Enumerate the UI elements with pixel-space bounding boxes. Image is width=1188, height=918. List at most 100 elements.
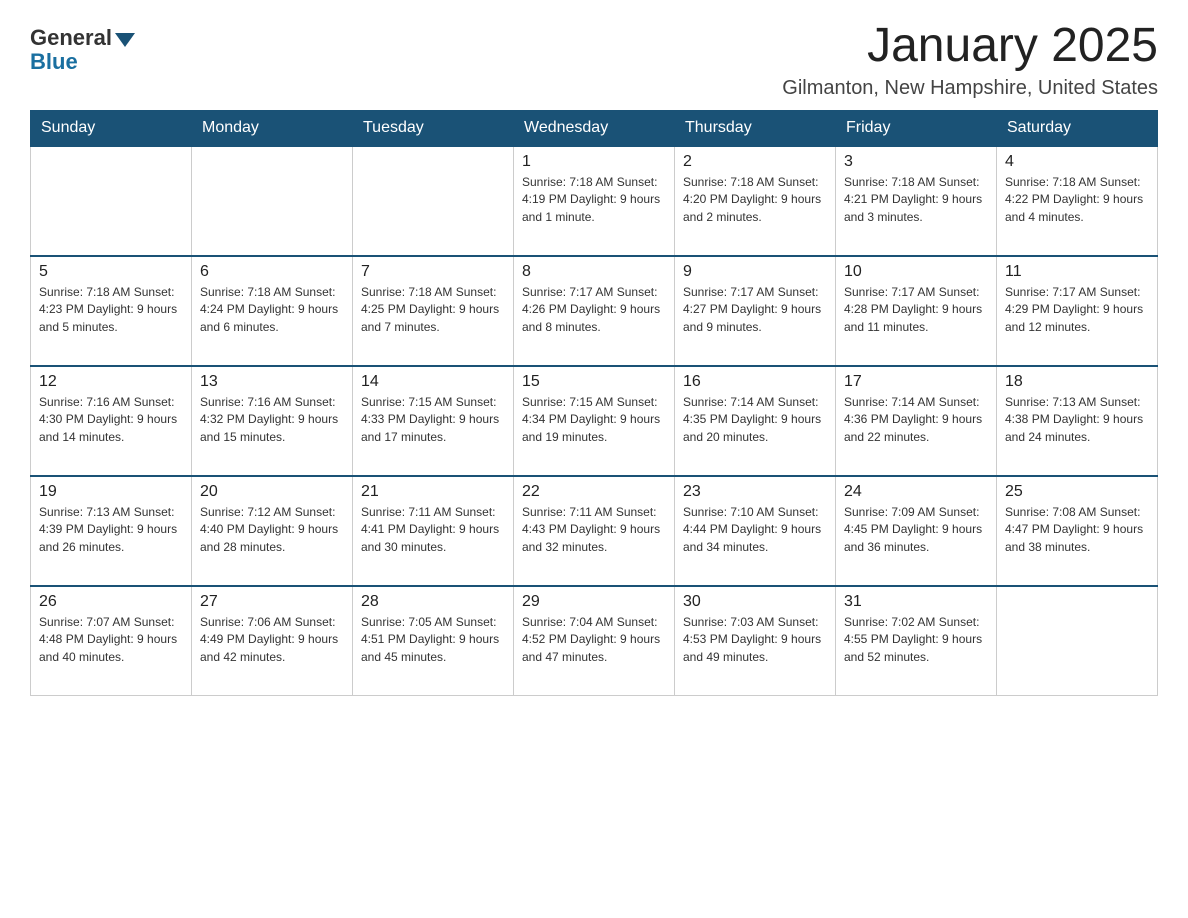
day-info: Sunrise: 7:08 AM Sunset: 4:47 PM Dayligh… [1005, 504, 1149, 556]
day-number: 6 [200, 263, 344, 281]
calendar-cell [192, 146, 353, 256]
calendar-cell [997, 586, 1158, 696]
calendar-cell [353, 146, 514, 256]
day-info: Sunrise: 7:18 AM Sunset: 4:25 PM Dayligh… [361, 284, 505, 336]
day-info: Sunrise: 7:18 AM Sunset: 4:24 PM Dayligh… [200, 284, 344, 336]
calendar-cell: 7 Sunrise: 7:18 AM Sunset: 4:25 PM Daylig… [353, 256, 514, 366]
day-number: 24 [844, 483, 988, 501]
day-number: 13 [200, 373, 344, 391]
logo-arrow-icon [115, 33, 135, 47]
day-number: 14 [361, 373, 505, 391]
day-number: 18 [1005, 373, 1149, 391]
location-title: Gilmanton, New Hampshire, United States [782, 77, 1158, 100]
day-info: Sunrise: 7:17 AM Sunset: 4:26 PM Dayligh… [522, 284, 666, 336]
day-info: Sunrise: 7:07 AM Sunset: 4:48 PM Dayligh… [39, 614, 183, 666]
day-info: Sunrise: 7:16 AM Sunset: 4:30 PM Dayligh… [39, 394, 183, 446]
calendar-cell: 30 Sunrise: 7:03 AM Sunset: 4:53 PM Dayli… [675, 586, 836, 696]
day-number: 19 [39, 483, 183, 501]
calendar-cell: 22Sunrise: 7:11 AM Sunset: 4:43 PM Dayli… [514, 476, 675, 586]
day-number: 11 [1005, 263, 1149, 281]
logo-blue-text: Blue [30, 49, 78, 75]
day-info: Sunrise: 7:02 AM Sunset: 4:55 PM Dayligh… [844, 614, 988, 666]
week-row-4: 19Sunrise: 7:13 AM Sunset: 4:39 PM Dayli… [31, 476, 1158, 586]
page-header: General Blue January 2025 Gilmanton, New… [30, 20, 1158, 100]
day-number: 3 [844, 153, 988, 171]
calendar-table: SundayMondayTuesdayWednesdayThursdayFrid… [30, 110, 1158, 697]
day-info: Sunrise: 7:13 AM Sunset: 4:38 PM Dayligh… [1005, 394, 1149, 446]
day-number: 16 [683, 373, 827, 391]
day-number: 8 [522, 263, 666, 281]
day-info: Sunrise: 7:18 AM Sunset: 4:21 PM Dayligh… [844, 174, 988, 226]
day-info: Sunrise: 7:17 AM Sunset: 4:29 PM Dayligh… [1005, 284, 1149, 336]
calendar-cell: 17 Sunrise: 7:14 AM Sunset: 4:36 PM Dayli… [836, 366, 997, 476]
day-number: 29 [522, 593, 666, 611]
weekday-header-monday: Monday [192, 110, 353, 146]
day-number: 30 [683, 593, 827, 611]
day-info: Sunrise: 7:03 AM Sunset: 4:53 PM Dayligh… [683, 614, 827, 666]
month-title: January 2025 [782, 20, 1158, 73]
calendar-cell: 13 Sunrise: 7:16 AM Sunset: 4:32 PM Dayli… [192, 366, 353, 476]
day-info: Sunrise: 7:09 AM Sunset: 4:45 PM Dayligh… [844, 504, 988, 556]
calendar-cell: 5 Sunrise: 7:18 AM Sunset: 4:23 PM Daylig… [31, 256, 192, 366]
calendar-cell: 26 Sunrise: 7:07 AM Sunset: 4:48 PM Dayli… [31, 586, 192, 696]
day-number: 26 [39, 593, 183, 611]
calendar-cell: 12 Sunrise: 7:16 AM Sunset: 4:30 PM Dayli… [31, 366, 192, 476]
day-number: 12 [39, 373, 183, 391]
week-row-5: 26 Sunrise: 7:07 AM Sunset: 4:48 PM Dayli… [31, 586, 1158, 696]
calendar-cell: 9Sunrise: 7:17 AM Sunset: 4:27 PM Daylig… [675, 256, 836, 366]
calendar-cell: 15 Sunrise: 7:15 AM Sunset: 4:34 PM Dayli… [514, 366, 675, 476]
week-row-2: 5 Sunrise: 7:18 AM Sunset: 4:23 PM Daylig… [31, 256, 1158, 366]
week-row-1: 1Sunrise: 7:18 AM Sunset: 4:19 PM Daylig… [31, 146, 1158, 256]
day-info: Sunrise: 7:17 AM Sunset: 4:28 PM Dayligh… [844, 284, 988, 336]
calendar-cell [31, 146, 192, 256]
title-block: January 2025 Gilmanton, New Hampshire, U… [782, 20, 1158, 100]
calendar-cell: 6 Sunrise: 7:18 AM Sunset: 4:24 PM Daylig… [192, 256, 353, 366]
calendar-cell: 11 Sunrise: 7:17 AM Sunset: 4:29 PM Dayli… [997, 256, 1158, 366]
day-info: Sunrise: 7:05 AM Sunset: 4:51 PM Dayligh… [361, 614, 505, 666]
day-number: 4 [1005, 153, 1149, 171]
logo-general-text: General [30, 25, 112, 51]
day-info: Sunrise: 7:18 AM Sunset: 4:23 PM Dayligh… [39, 284, 183, 336]
day-number: 17 [844, 373, 988, 391]
day-info: Sunrise: 7:12 AM Sunset: 4:40 PM Dayligh… [200, 504, 344, 556]
day-number: 5 [39, 263, 183, 281]
calendar-cell: 4 Sunrise: 7:18 AM Sunset: 4:22 PM Daylig… [997, 146, 1158, 256]
day-info: Sunrise: 7:15 AM Sunset: 4:33 PM Dayligh… [361, 394, 505, 446]
day-number: 31 [844, 593, 988, 611]
weekday-header-tuesday: Tuesday [353, 110, 514, 146]
day-number: 28 [361, 593, 505, 611]
day-number: 25 [1005, 483, 1149, 501]
day-number: 7 [361, 263, 505, 281]
day-number: 2 [683, 153, 827, 171]
day-info: Sunrise: 7:14 AM Sunset: 4:36 PM Dayligh… [844, 394, 988, 446]
logo: General Blue [30, 20, 135, 75]
calendar-cell: 1Sunrise: 7:18 AM Sunset: 4:19 PM Daylig… [514, 146, 675, 256]
day-info: Sunrise: 7:15 AM Sunset: 4:34 PM Dayligh… [522, 394, 666, 446]
calendar-cell: 2 Sunrise: 7:18 AM Sunset: 4:20 PM Daylig… [675, 146, 836, 256]
calendar-cell: 28 Sunrise: 7:05 AM Sunset: 4:51 PM Dayli… [353, 586, 514, 696]
day-number: 23 [683, 483, 827, 501]
day-info: Sunrise: 7:11 AM Sunset: 4:43 PM Dayligh… [522, 504, 666, 556]
calendar-cell: 24 Sunrise: 7:09 AM Sunset: 4:45 PM Dayli… [836, 476, 997, 586]
day-info: Sunrise: 7:18 AM Sunset: 4:20 PM Dayligh… [683, 174, 827, 226]
calendar-cell: 16 Sunrise: 7:14 AM Sunset: 4:35 PM Dayli… [675, 366, 836, 476]
day-info: Sunrise: 7:14 AM Sunset: 4:35 PM Dayligh… [683, 394, 827, 446]
calendar-cell: 19Sunrise: 7:13 AM Sunset: 4:39 PM Dayli… [31, 476, 192, 586]
day-info: Sunrise: 7:06 AM Sunset: 4:49 PM Dayligh… [200, 614, 344, 666]
day-number: 15 [522, 373, 666, 391]
day-info: Sunrise: 7:10 AM Sunset: 4:44 PM Dayligh… [683, 504, 827, 556]
day-info: Sunrise: 7:17 AM Sunset: 4:27 PM Dayligh… [683, 284, 827, 336]
calendar-cell: 25 Sunrise: 7:08 AM Sunset: 4:47 PM Dayli… [997, 476, 1158, 586]
day-info: Sunrise: 7:16 AM Sunset: 4:32 PM Dayligh… [200, 394, 344, 446]
calendar-cell: 23 Sunrise: 7:10 AM Sunset: 4:44 PM Dayli… [675, 476, 836, 586]
calendar-cell: 29Sunrise: 7:04 AM Sunset: 4:52 PM Dayli… [514, 586, 675, 696]
day-info: Sunrise: 7:18 AM Sunset: 4:22 PM Dayligh… [1005, 174, 1149, 226]
calendar-cell: 27Sunrise: 7:06 AM Sunset: 4:49 PM Dayli… [192, 586, 353, 696]
day-info: Sunrise: 7:18 AM Sunset: 4:19 PM Dayligh… [522, 174, 666, 226]
calendar-cell: 18 Sunrise: 7:13 AM Sunset: 4:38 PM Dayli… [997, 366, 1158, 476]
calendar-cell: 20Sunrise: 7:12 AM Sunset: 4:40 PM Dayli… [192, 476, 353, 586]
weekday-header-wednesday: Wednesday [514, 110, 675, 146]
calendar-cell: 31 Sunrise: 7:02 AM Sunset: 4:55 PM Dayli… [836, 586, 997, 696]
calendar-cell: 10Sunrise: 7:17 AM Sunset: 4:28 PM Dayli… [836, 256, 997, 366]
weekday-header-friday: Friday [836, 110, 997, 146]
